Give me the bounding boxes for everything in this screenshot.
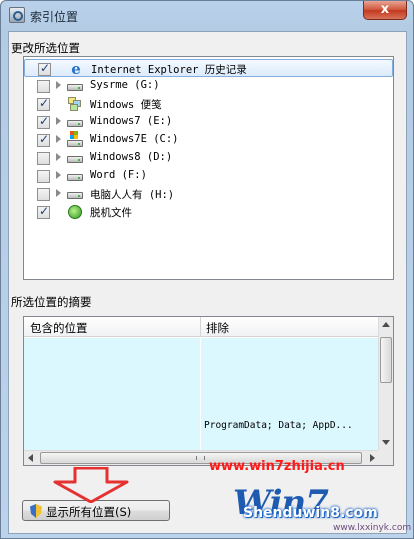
location-checkbox[interactable] (37, 96, 50, 111)
vertical-scroll-thumb[interactable] (380, 337, 392, 383)
location-row[interactable]: 脱机文件 (24, 203, 393, 221)
excluded-cell: ProgramData; Data; AppD... (204, 420, 353, 431)
location-checkbox[interactable] (37, 204, 50, 219)
scrollbar-corner (378, 450, 393, 465)
location-row[interactable]: Word (F:) (24, 167, 393, 185)
summary-header: 包含的位置 排除 (24, 317, 379, 337)
index-locations-window: 索引位置 x 更改所选位置 e Internet Explorer 历史记录 Sys… (0, 0, 414, 539)
show-all-locations-button[interactable]: 显示所有位置(S) (22, 500, 170, 521)
show-all-label: 显示所有位置(S) (46, 505, 132, 519)
scroll-left-icon[interactable] (28, 454, 33, 462)
search-index-icon (9, 7, 25, 23)
expand-arrow-icon[interactable] (56, 189, 61, 197)
title-bar[interactable]: 索引位置 x (1, 1, 413, 31)
scroll-right-icon[interactable] (370, 454, 375, 462)
sync-icon (67, 205, 83, 219)
watermark-site: Shenduwin8.com (243, 505, 378, 521)
scroll-up-icon[interactable] (382, 322, 390, 327)
location-row[interactable]: e Internet Explorer 历史记录 (24, 59, 393, 77)
location-checkbox[interactable] (37, 170, 50, 183)
location-row[interactable]: 电脑人人有 (H:) (24, 185, 393, 203)
uac-shield-icon (30, 504, 42, 518)
vertical-scrollbar[interactable] (378, 317, 393, 450)
expand-arrow-icon[interactable] (56, 135, 61, 143)
location-label: 脱机文件 (90, 207, 132, 219)
summary-rows: 「开始」菜单Internet Explorer 历史...PESOFTWindo… (24, 338, 379, 450)
watermark-logo: Win7 Shenduwin8.com www.lxxinyk.com (233, 479, 411, 535)
location-checkbox[interactable] (37, 80, 50, 93)
location-label: Windows 便笺 (90, 99, 162, 111)
location-checkbox[interactable] (37, 152, 50, 165)
window-title: 索引位置 (30, 10, 79, 24)
location-label: Windows7E (C:) (90, 133, 179, 145)
summary-label: 所选位置的摘要 (11, 295, 92, 309)
summary-row[interactable]: Windows 便笺 (24, 386, 379, 403)
location-checkbox[interactable] (38, 61, 51, 76)
close-button[interactable]: x (363, 1, 407, 20)
notes-icon (67, 97, 83, 111)
summary-row[interactable]: Windows7 (E:) (24, 402, 379, 419)
locations-tree[interactable]: e Internet Explorer 历史记录 Sysrme (G:) Window… (23, 56, 394, 280)
expand-arrow-icon[interactable] (56, 153, 61, 161)
ie-icon: e (71, 60, 81, 78)
location-row[interactable]: Windows7 (E:) (24, 113, 393, 131)
location-checkbox[interactable] (37, 114, 50, 129)
column-header-excluded[interactable]: 排除 (206, 320, 229, 336)
scroll-down-icon[interactable] (382, 440, 390, 445)
expand-arrow-icon[interactable] (56, 117, 61, 125)
location-row[interactable]: Windows 便笺 (24, 95, 393, 113)
column-header-included[interactable]: 包含的位置 (30, 320, 88, 336)
summary-row[interactable]: 「开始」菜单 (24, 338, 379, 355)
down-arrow-annotation-icon (53, 467, 129, 503)
location-checkbox[interactable] (37, 188, 50, 201)
location-label: Sysrme (G:) (90, 79, 160, 91)
change-locations-label: 更改所选位置 (11, 41, 80, 55)
drive-icon (67, 79, 83, 93)
expand-arrow-icon[interactable] (56, 171, 61, 179)
location-row[interactable]: Windows8 (D:) (24, 149, 393, 167)
drive-icon (67, 115, 83, 129)
drive-icon (67, 169, 83, 183)
location-row[interactable]: Sysrme (G:) (24, 77, 393, 95)
expand-arrow-icon[interactable] (56, 81, 61, 89)
summary-row[interactable]: PESOFT (24, 370, 379, 387)
drive-icon (67, 151, 83, 165)
summary-row[interactable]: Internet Explorer 历史... (24, 354, 379, 371)
location-checkbox[interactable] (37, 132, 50, 147)
windows-drive-icon (67, 131, 83, 147)
summary-row[interactable]: 我的图片 (24, 434, 379, 451)
location-label: Windows8 (D:) (90, 151, 173, 163)
location-label: Windows7 (E:) (90, 115, 173, 127)
location-row[interactable]: Windows7E (C:) (24, 131, 393, 149)
location-label: Internet Explorer 历史记录 (91, 64, 247, 76)
drive-icon (67, 187, 83, 201)
location-label: Word (F:) (90, 169, 147, 181)
summary-list[interactable]: 包含的位置 排除 「开始」菜单Internet Explorer 历史...PE… (23, 316, 394, 466)
watermark-url: www.win7zhijia.cn (209, 459, 345, 474)
dialog-client-area: 更改所选位置 e Internet Explorer 历史记录 Sysrme (G:… (8, 31, 407, 534)
location-label: 电脑人人有 (H:) (90, 189, 175, 201)
column-divider[interactable] (200, 317, 201, 336)
watermark-sub: www.lxxinyk.com (333, 523, 412, 533)
summary-row[interactable]: Windows7E (C:)ProgramData; Data; AppD... (24, 418, 379, 435)
